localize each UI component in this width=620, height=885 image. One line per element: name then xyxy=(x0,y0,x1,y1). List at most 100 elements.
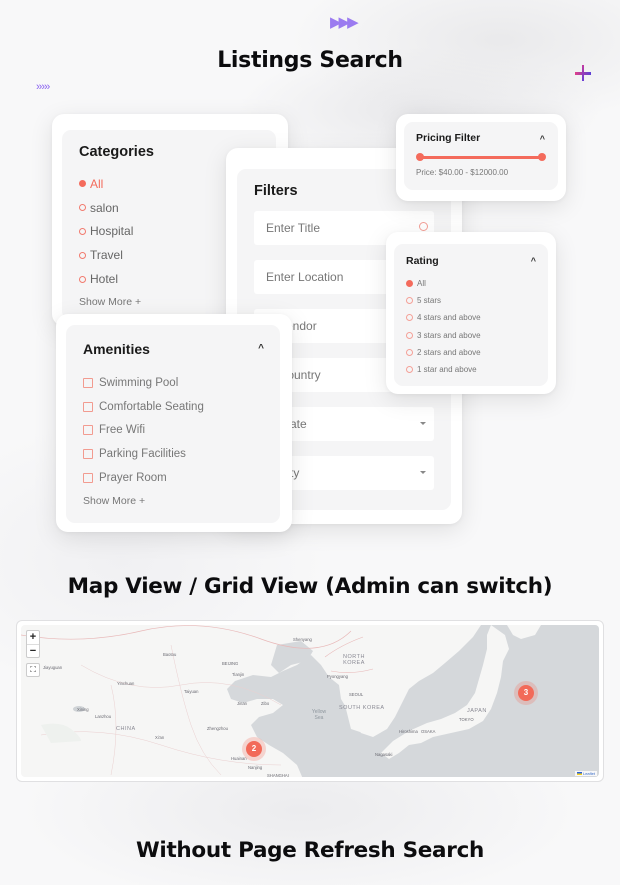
radio-empty-icon xyxy=(79,251,86,259)
ukraine-flag-icon xyxy=(576,772,582,776)
amenity-label: Prayer Room xyxy=(99,472,167,485)
price-slider-min-handle[interactable] xyxy=(416,153,424,161)
rating-option-label: 5 stars xyxy=(417,296,442,306)
amenities-panel: Amenities ^ Swimming Pool Comfortable Se… xyxy=(66,325,280,523)
map-cluster-marker[interactable]: 3 xyxy=(514,681,538,705)
map-label-city: Zibo xyxy=(261,701,270,706)
amenities-card: Amenities ^ Swimming Pool Comfortable Se… xyxy=(56,314,292,532)
price-slider-max-handle[interactable] xyxy=(538,153,546,161)
rating-option-label: 1 star and above xyxy=(417,365,477,375)
rating-option-2[interactable]: 2 stars and above xyxy=(406,344,536,361)
collapse-chevron-up-icon[interactable]: ^ xyxy=(540,134,545,144)
amenities-show-more-link[interactable]: Show More + xyxy=(83,495,263,507)
category-label: All xyxy=(90,176,104,191)
rating-panel: Rating ^ All 5 stars 4 stars and above 3… xyxy=(394,244,548,386)
category-label: Hospital xyxy=(90,224,134,239)
map-label-city: Zhengzhou xyxy=(207,726,228,731)
rating-option-label: All xyxy=(417,279,426,289)
map-label-country: JAPAN xyxy=(467,708,487,714)
map-label-city: Yinchuan xyxy=(117,681,135,686)
rating-option-3[interactable]: 3 stars and above xyxy=(406,327,536,344)
amenity-label: Comfortable Seating xyxy=(99,400,204,413)
rating-option-label: 2 stars and above xyxy=(417,347,481,357)
map-label-city: SHANGHAI xyxy=(267,773,289,777)
title-input-placeholder: Enter Title xyxy=(266,221,321,235)
checkbox-icon xyxy=(83,473,93,484)
dropdown-caret-icon xyxy=(420,422,426,425)
map-label-city: Tianjin xyxy=(232,672,245,677)
checkbox-icon xyxy=(83,377,93,388)
map-cluster-marker[interactable]: 2 xyxy=(242,737,266,761)
pricing-filter-panel: Pricing Filter ^ Price: $40.00 - $12000.… xyxy=(404,122,558,190)
dropdown-caret-icon xyxy=(420,471,426,474)
amenity-free-wifi[interactable]: Free Wifi xyxy=(83,419,263,443)
rating-card: Rating ^ All 5 stars 4 stars and above 3… xyxy=(386,232,556,394)
radio-selected-icon xyxy=(406,280,413,288)
zoom-out-button[interactable]: − xyxy=(27,644,39,657)
checkbox-icon xyxy=(83,401,93,412)
map-label-city: Hiroshima xyxy=(399,729,418,734)
location-input-placeholder: Enter Location xyxy=(266,270,344,284)
amenity-swimming-pool[interactable]: Swimming Pool xyxy=(83,371,263,395)
map-label-city: Nanjing xyxy=(248,765,263,770)
collapse-chevron-up-icon[interactable]: ^ xyxy=(531,256,536,266)
amenities-title: Amenities xyxy=(83,341,150,357)
listings-map[interactable]: Shenyang Baotou BEIJING Tianjin Yinchuan… xyxy=(21,625,599,777)
radio-empty-icon xyxy=(79,275,86,283)
map-container: Shenyang Baotou BEIJING Tianjin Yinchuan… xyxy=(16,620,604,782)
map-zoom-control: + − xyxy=(26,630,40,658)
radio-empty-icon xyxy=(79,204,86,212)
map-label-city: BEIJING xyxy=(222,661,239,666)
map-label-country: NORTH KOREA xyxy=(343,654,365,666)
no-refresh-heading: Without Page Refresh Search xyxy=(135,838,485,863)
search-ring-icon xyxy=(419,222,428,231)
amenity-label: Parking Facilities xyxy=(99,448,186,461)
radio-empty-icon xyxy=(406,314,413,322)
map-label-city: SEOUL xyxy=(349,692,364,697)
price-range-label: Price: $40.00 - $12000.00 xyxy=(416,168,509,177)
map-label-city: Jiayuguan xyxy=(43,665,63,670)
cluster-count: 2 xyxy=(246,741,262,757)
map-label-city: Lanzhou xyxy=(95,714,112,719)
map-label-country: CHINA xyxy=(116,726,136,732)
zoom-in-button[interactable]: + xyxy=(27,631,39,644)
checkbox-icon xyxy=(83,449,93,460)
category-label: Hotel xyxy=(90,272,119,287)
map-label-sea: Yellow Sea xyxy=(311,709,327,721)
map-basemap xyxy=(21,625,599,777)
rating-option-all[interactable]: All xyxy=(406,275,536,292)
map-label-city: Baotou xyxy=(163,652,177,657)
amenity-parking-facilities[interactable]: Parking Facilities xyxy=(83,442,263,466)
price-range-slider[interactable] xyxy=(416,152,546,162)
rating-option-label: 3 stars and above xyxy=(417,330,481,340)
radio-empty-icon xyxy=(406,366,413,374)
map-attribution[interactable]: Leaflet xyxy=(574,771,597,776)
radio-empty-icon xyxy=(79,227,86,235)
amenity-label: Swimming Pool xyxy=(99,376,179,389)
radio-selected-icon xyxy=(79,180,86,188)
rating-option-4[interactable]: 4 stars and above xyxy=(406,309,536,326)
amenity-comfortable-seating[interactable]: Comfortable Seating xyxy=(83,395,263,419)
map-label-city: Xining xyxy=(77,707,89,712)
map-label-city: OSAKA xyxy=(421,729,436,734)
map-label-country: SOUTH KOREA xyxy=(339,705,385,711)
map-label-city: Taiyuan xyxy=(184,689,199,694)
checkbox-icon xyxy=(83,425,93,436)
pricing-filter-card: Pricing Filter ^ Price: $40.00 - $12000.… xyxy=(396,114,566,201)
pricing-filter-title: Pricing Filter xyxy=(416,132,481,144)
attribution-link[interactable]: Leaflet xyxy=(583,771,595,776)
map-label-city: Jinan xyxy=(237,701,248,706)
map-label-city: Nagasaki xyxy=(375,752,393,757)
category-label: Travel xyxy=(90,248,123,263)
decorative-arrows-left-icon: ››››› xyxy=(36,81,50,93)
fullscreen-icon[interactable]: ⛶ xyxy=(26,663,40,677)
price-slider-track xyxy=(419,155,543,159)
map-label-city: Shenyang xyxy=(293,637,312,642)
decorative-arrows-top-icon: ▶▶▶ xyxy=(330,14,359,31)
rating-option-5[interactable]: 5 stars xyxy=(406,292,536,309)
radio-empty-icon xyxy=(406,297,413,305)
radio-empty-icon xyxy=(406,331,413,339)
collapse-chevron-up-icon[interactable]: ^ xyxy=(258,343,264,354)
amenity-prayer-room[interactable]: Prayer Room xyxy=(83,466,263,490)
rating-option-1[interactable]: 1 star and above xyxy=(406,361,536,378)
